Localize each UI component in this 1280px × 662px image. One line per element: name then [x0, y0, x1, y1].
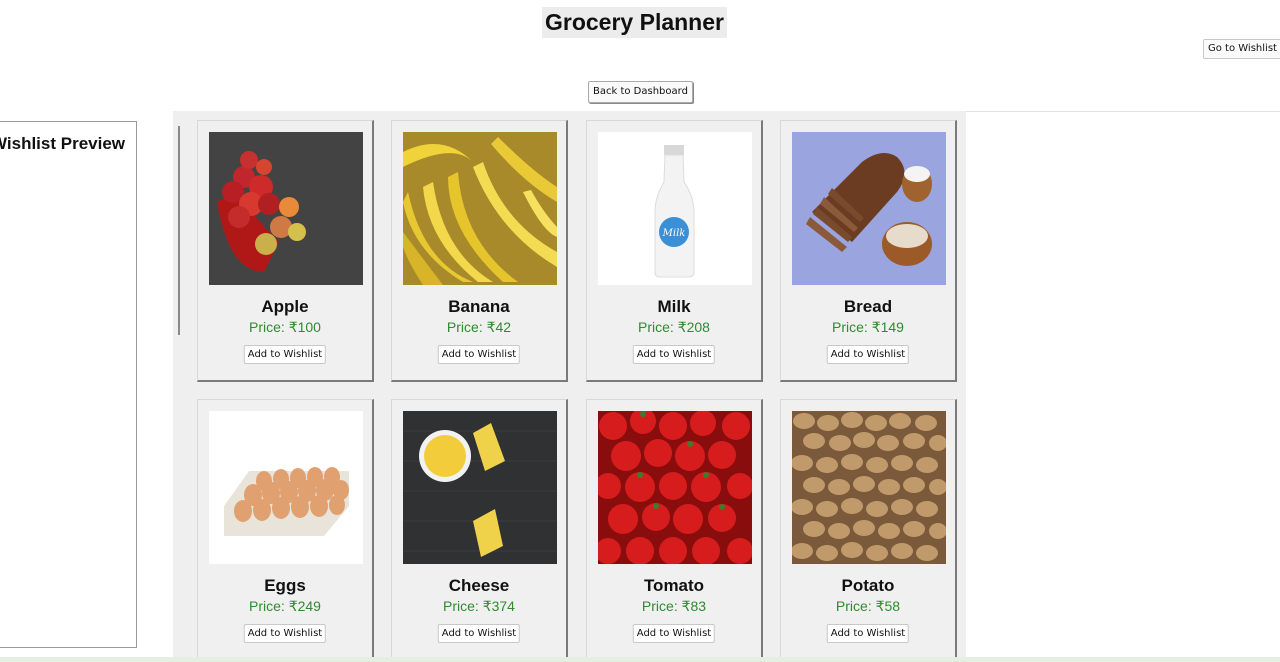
tomato-image [598, 411, 752, 564]
product-name: Potato [841, 576, 895, 595]
product-card-banana: Banana Price: ₹42 Add to Wishlist [391, 120, 568, 382]
product-price: Price: ₹249 [249, 598, 321, 614]
bottom-bar [0, 657, 1280, 662]
product-price: Price: ₹149 [832, 319, 904, 335]
bread-image [792, 132, 946, 285]
product-name: Cheese [448, 576, 510, 595]
product-card-potato: Potato Price: ₹58 Add to Wishlist [780, 399, 957, 661]
product-price: Price: ₹208 [638, 319, 710, 335]
product-name: Bread [843, 297, 893, 316]
milk-image: Milk [598, 132, 752, 285]
add-to-wishlist-button[interactable]: Add to Wishlist [243, 345, 327, 364]
wishlist-preview-title: Wishlist Preview [0, 134, 126, 153]
svg-text:Milk: Milk [662, 228, 686, 239]
product-card-cheese: Cheese Price: ₹374 Add to Wishlist [391, 399, 568, 661]
back-to-dashboard-button[interactable]: Back to Dashboard [588, 81, 693, 103]
add-to-wishlist-button[interactable]: Add to Wishlist [437, 624, 521, 643]
cheese-image [403, 411, 557, 564]
product-name: Tomato [643, 576, 705, 595]
eggs-image [209, 411, 363, 564]
go-to-wishlist-button[interactable]: Go to Wishlist [1203, 39, 1280, 59]
add-to-wishlist-button[interactable]: Add to Wishlist [437, 345, 521, 364]
product-card-milk: Milk Milk Price: ₹208 Add to Wishlist [586, 120, 763, 382]
wishlist-preview-panel: Wishlist Preview [0, 121, 137, 648]
product-name: Milk [657, 297, 691, 316]
add-to-wishlist-button[interactable]: Add to Wishlist [826, 345, 910, 364]
banana-image [403, 132, 557, 285]
product-card-tomato: Tomato Price: ₹83 Add to Wishlist [586, 399, 763, 661]
potato-image [792, 411, 946, 564]
product-price: Price: ₹83 [641, 598, 707, 614]
product-card-bread: Bread Price: ₹149 Add to Wishlist [780, 120, 957, 382]
product-price: Price: ₹374 [443, 598, 515, 614]
product-price: Price: ₹100 [249, 319, 321, 335]
product-price: Price: ₹42 [446, 319, 512, 335]
add-to-wishlist-button[interactable]: Add to Wishlist [243, 624, 327, 643]
product-price: Price: ₹58 [835, 598, 901, 614]
add-to-wishlist-button[interactable]: Add to Wishlist [632, 624, 716, 643]
product-card-eggs: Eggs Price: ₹249 Add to Wishlist [197, 399, 374, 661]
apple-image [209, 132, 363, 285]
product-name: Banana [448, 297, 510, 316]
product-card-apple: Apple Price: ₹100 Add to Wishlist [197, 120, 374, 382]
product-name: Eggs [264, 576, 306, 595]
scrollbar[interactable] [178, 126, 180, 335]
product-name: Apple [261, 297, 309, 316]
app-window: Grocery Planner Go to Wishlist Back to D… [0, 0, 1280, 662]
page-title: Grocery Planner [542, 7, 727, 38]
add-to-wishlist-button[interactable]: Add to Wishlist [826, 624, 910, 643]
add-to-wishlist-button[interactable]: Add to Wishlist [632, 345, 716, 364]
